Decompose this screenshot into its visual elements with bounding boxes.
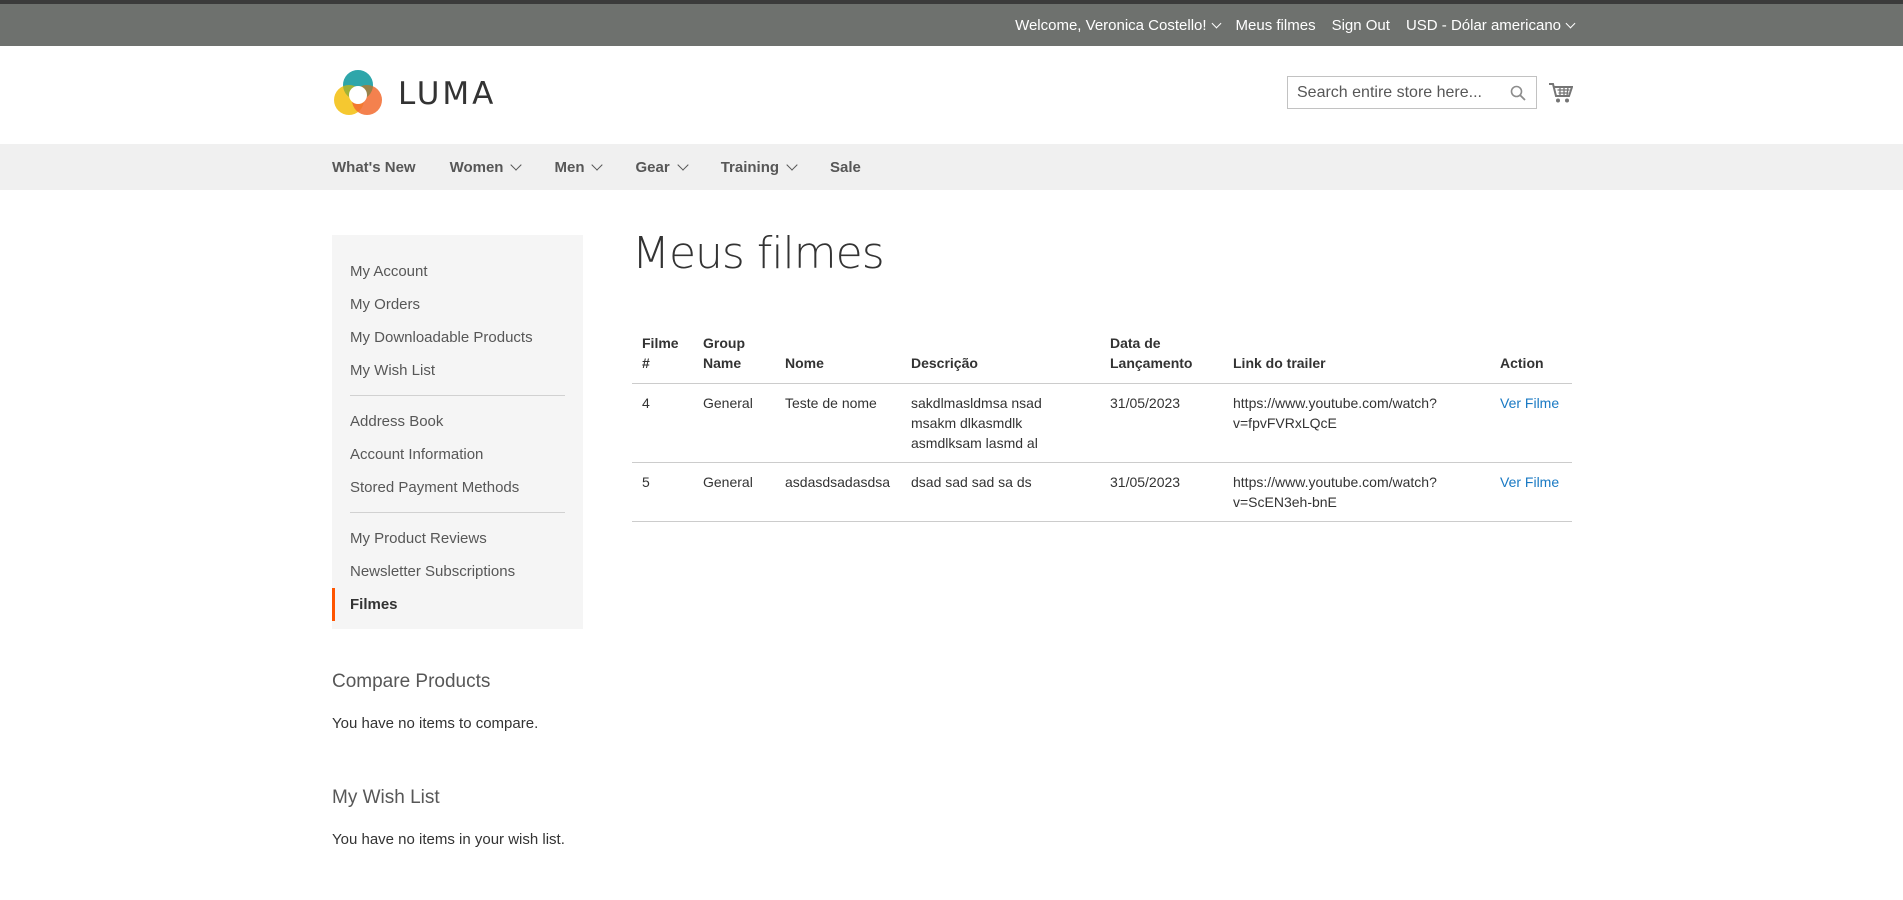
currency-switcher[interactable]: USD - Dólar americano [1405,16,1576,34]
header-content: LUMA [0,46,1903,144]
store-logo[interactable]: LUMA [332,68,496,120]
cell-link-trailer: https://www.youtube.com/watch?v=fpvFVRxL… [1223,383,1490,463]
sidebar-divider [350,395,565,396]
account-sidebar: My Account My Orders My Downloadable Pro… [332,235,583,629]
column-header-data-lancamento: Data de Lançamento [1100,326,1223,384]
column-header-filme-id: Filme # [632,326,693,384]
cell-data-lancamento: 31/05/2023 [1100,462,1223,522]
wishlist-title: My Wish List [332,787,440,808]
sidebar-item-stored-payment-methods[interactable]: Stored Payment Methods [332,471,583,504]
search-icon[interactable] [1510,85,1526,101]
sidebar-item-newsletter[interactable]: Newsletter Subscriptions [332,555,583,588]
sidebar-item-address-book[interactable]: Address Book [332,405,583,438]
sidebar-item-filmes: Filmes [332,588,583,621]
customer-welcome-menu[interactable]: Welcome, Veronica Costello! [1015,16,1221,34]
cell-nome: Teste de nome [775,383,901,463]
cell-link-trailer: https://www.youtube.com/watch?v=ScEN3eh-… [1223,462,1490,522]
compare-empty-message: You have no items to compare. [332,715,539,732]
nav-item-women[interactable]: Women [449,158,523,176]
ver-filme-link[interactable]: Ver Filme [1500,395,1559,411]
cell-action: Ver Filme [1490,383,1572,463]
nav-item-label: What's New [332,158,416,176]
table-row: 5 General asdasdsadasdsa dsad sad sad sa… [632,462,1572,522]
chevron-down-icon [1565,18,1576,28]
chevron-down-icon [591,159,604,171]
cell-descricao: dsad sad sad sa ds [901,462,1100,522]
main-navigation: What's New Women Men Gear Training Sale [0,144,1903,190]
nav-item-label: Gear [635,158,670,176]
my-films-link[interactable]: Meus filmes [1236,17,1316,34]
search-box [1287,76,1537,109]
cell-filme-id: 4 [632,383,693,463]
cell-action: Ver Filme [1490,462,1572,522]
header-panel: Welcome, Veronica Costello! Meus filmes … [0,0,1903,46]
nav-item-label: Training [720,158,780,176]
nav-item-gear[interactable]: Gear [635,158,689,176]
column-header-descricao: Descrição [901,326,1100,384]
column-header-group-name: Group Name [693,326,775,384]
chevron-down-icon [786,159,798,171]
sidebar-divider [350,512,565,513]
compare-products-title: Compare Products [332,671,491,692]
chevron-down-icon [677,159,689,171]
sidebar-item-my-account[interactable]: My Account [332,255,583,288]
sidebar-item-wish-list[interactable]: My Wish List [332,354,583,387]
header-links: Welcome, Veronica Costello! Meus filmes … [1015,4,1576,46]
welcome-text: Welcome, Veronica Costello! [1015,16,1207,34]
cell-data-lancamento: 31/05/2023 [1100,383,1223,463]
nav-items: What's New Women Men Gear Training Sale [332,144,895,190]
sidebar-item-my-orders[interactable]: My Orders [332,288,583,321]
page-title: Meus filmes [632,228,885,279]
nav-item-whats-new[interactable]: What's New [332,159,416,176]
luma-logo-icon [334,70,382,115]
cell-descricao: sakdlmasldmsa nsad msakm dlkasmdlk asmdl… [901,383,1100,463]
sidebar-item-account-information[interactable]: Account Information [332,438,583,471]
nav-item-training[interactable]: Training [720,158,798,176]
cell-group-name: General [693,462,775,522]
chevron-down-icon [510,159,523,171]
films-table: Filme # Group Name Nome Descrição Data d… [632,326,1572,522]
sign-out-link[interactable]: Sign Out [1332,17,1390,34]
column-header-link-trailer: Link do trailer [1223,326,1490,384]
column-header-action: Action [1490,326,1572,384]
cell-group-name: General [693,383,775,463]
table-row: 4 General Teste de nome sakdlmasldmsa ns… [632,383,1572,463]
table-header-row: Filme # Group Name Nome Descrição Data d… [632,326,1572,384]
sidebar-item-downloadable-products[interactable]: My Downloadable Products [332,321,583,354]
ver-filme-link[interactable]: Ver Filme [1500,474,1559,490]
cell-nome: asdasdsadasdsa [775,462,901,522]
logo-text: LUMA [398,76,497,112]
cart-icon[interactable] [1549,82,1573,104]
wishlist-empty-message: You have no items in your wish list. [332,831,565,848]
nav-item-sale[interactable]: Sale [830,159,861,176]
chevron-down-icon [1211,18,1221,28]
search-input[interactable] [1288,77,1498,108]
nav-item-men[interactable]: Men [554,158,604,176]
column-header-nome: Nome [775,326,901,384]
currency-label: USD - Dólar americano [1405,16,1561,34]
nav-item-label: Sale [830,158,861,176]
cell-filme-id: 5 [632,462,693,522]
nav-item-label: Women [449,158,504,176]
sidebar-item-product-reviews[interactable]: My Product Reviews [332,522,583,555]
nav-item-label: Men [554,158,585,176]
